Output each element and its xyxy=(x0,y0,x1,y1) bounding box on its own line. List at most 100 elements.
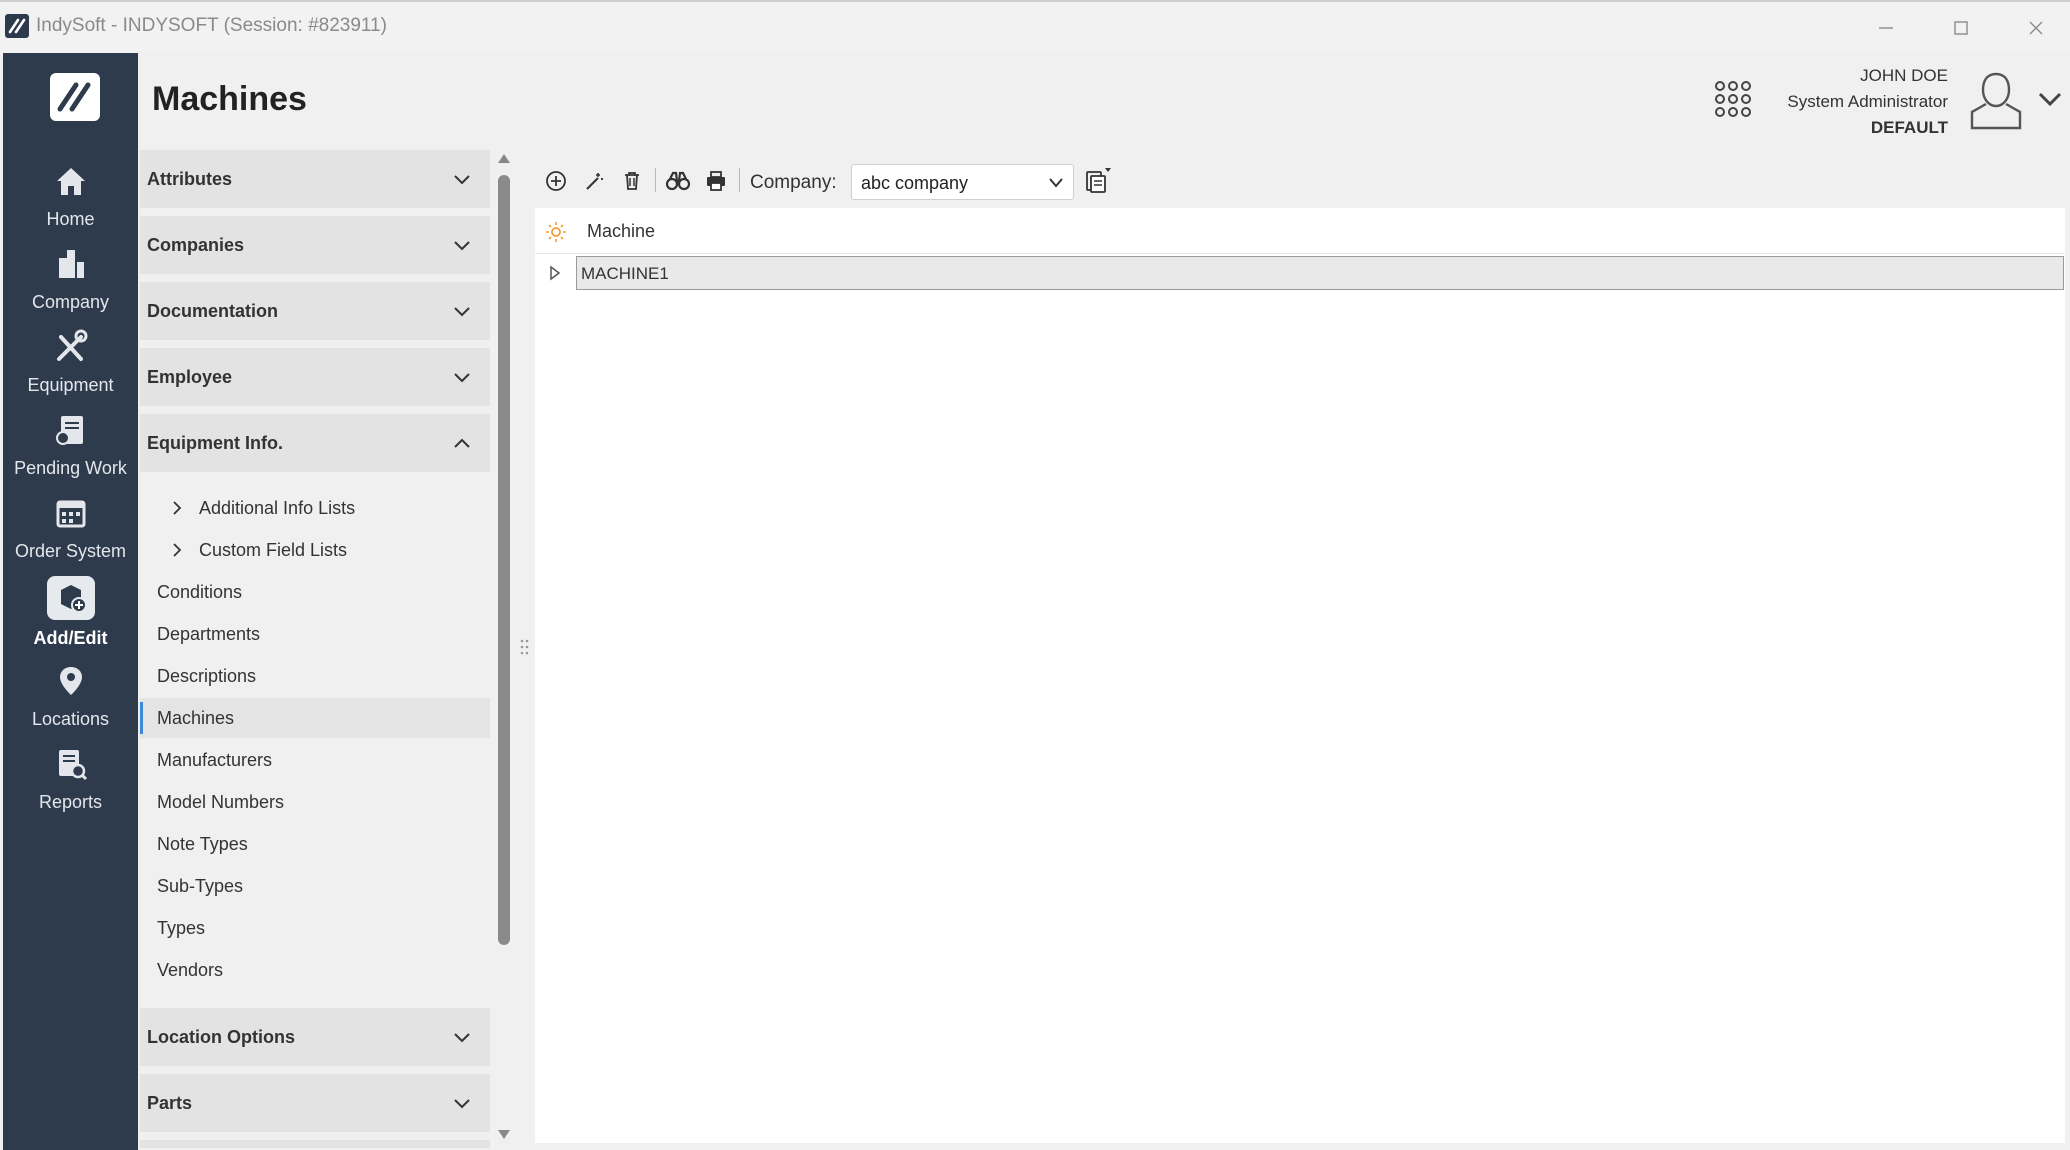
scrollbar-thumb[interactable] xyxy=(498,175,510,945)
section-documentation[interactable]: Documentation xyxy=(140,282,490,340)
menu-item-descriptions[interactable]: Descriptions xyxy=(140,656,490,696)
nav-item-equipment[interactable]: Equipment xyxy=(3,327,138,409)
chevron-down-icon xyxy=(454,175,470,185)
menu-item-label: Manufacturers xyxy=(157,750,273,770)
section-companies[interactable]: Companies xyxy=(140,216,490,274)
chevron-right-icon[interactable] xyxy=(170,500,184,516)
menu-item-conditions[interactable]: Conditions xyxy=(140,572,490,612)
panel-splitter-grip-icon[interactable] xyxy=(520,638,530,658)
nav-item-reports[interactable]: Reports xyxy=(3,744,138,826)
nav-item-locations[interactable]: Locations xyxy=(3,661,138,743)
find-button[interactable] xyxy=(663,166,693,196)
menu-item-custom-field-lists[interactable]: Custom Field Lists xyxy=(140,530,490,570)
section-label: Location Options xyxy=(147,1027,295,1047)
menu-item-model-numbers[interactable]: Model Numbers xyxy=(140,782,490,822)
section-parts[interactable]: Parts xyxy=(140,1074,490,1132)
nav-item-pending-work[interactable]: Pending Work xyxy=(3,410,138,492)
menu-item-label: Custom Field Lists xyxy=(199,540,348,560)
column-header-machine[interactable]: Machine xyxy=(587,221,655,242)
delete-icon xyxy=(625,172,639,190)
section-label: Attributes xyxy=(147,169,232,189)
export-dropdown-icon xyxy=(1086,168,1111,193)
company-select[interactable]: abc company xyxy=(851,164,1074,200)
nav-label: Pending Work xyxy=(14,458,127,478)
app-launcher-icon[interactable] xyxy=(1714,80,1752,118)
close-button[interactable] xyxy=(2006,8,2066,48)
section-employee[interactable]: Employee xyxy=(140,348,490,406)
chevron-down-icon xyxy=(454,241,470,251)
app-logo-icon xyxy=(5,14,29,38)
location-pin-icon xyxy=(51,661,91,701)
user-avatar-icon[interactable] xyxy=(1966,68,2026,132)
scroll-down-arrow-icon[interactable] xyxy=(498,1130,510,1139)
print-icon xyxy=(707,171,725,191)
indysoft-logo-icon[interactable] xyxy=(50,73,100,121)
chevron-right-icon[interactable] xyxy=(170,542,184,558)
sun-settings-icon[interactable] xyxy=(545,221,567,243)
menu-item-sub-types[interactable]: Sub-Types xyxy=(140,866,490,906)
menu-item-label: Descriptions xyxy=(157,666,257,686)
window-titlebar: IndySoft - INDYSOFT (Session: #823911) xyxy=(0,0,2070,52)
machine-cell[interactable]: MACHINE1 xyxy=(576,256,2064,290)
toolbar-separator xyxy=(739,168,740,192)
chevron-down-icon xyxy=(1049,178,1063,188)
minimize-button[interactable] xyxy=(1856,8,1916,48)
section-label: Companies xyxy=(147,235,245,255)
nav-label: Equipment xyxy=(27,375,114,395)
menu-item-types[interactable]: Types xyxy=(140,908,490,948)
menu-item-vendors[interactable]: Vendors xyxy=(140,950,490,990)
menu-item-machines[interactable]: Machines xyxy=(140,698,490,738)
nav-item-company[interactable]: Company xyxy=(3,244,138,326)
nav-label: Add/Edit xyxy=(33,628,108,648)
add-button[interactable] xyxy=(541,166,571,196)
menu-item-note-types[interactable]: Note Types xyxy=(140,824,490,864)
section-attributes[interactable]: Attributes xyxy=(140,150,490,208)
section-location-options[interactable]: Location Options xyxy=(140,1008,490,1066)
user-role: System Administrator xyxy=(1787,92,1948,111)
table-row[interactable]: MACHINE1 xyxy=(535,256,2065,290)
menu-item-additional-info-lists[interactable]: Additional Info Lists xyxy=(140,488,490,528)
menu-scrollbar[interactable] xyxy=(495,150,513,1145)
section-next-partial[interactable] xyxy=(140,1140,490,1148)
maximize-button[interactable] xyxy=(1931,8,1991,48)
scroll-up-arrow-icon[interactable] xyxy=(498,154,510,163)
company-select-value: abc company xyxy=(861,173,969,193)
menu-item-departments[interactable]: Departments xyxy=(140,614,490,654)
chevron-down-icon xyxy=(454,1099,470,1109)
section-label: Equipment Info. xyxy=(147,433,283,453)
user-name: JOHN DOE xyxy=(1860,66,1948,85)
menu-item-label: Conditions xyxy=(157,582,243,602)
nav-label: Locations xyxy=(31,709,110,729)
admin-menu-panel: Attributes Companies Documentation Emplo… xyxy=(140,150,492,1148)
home-icon xyxy=(51,161,91,201)
binoculars-icon xyxy=(665,171,691,191)
machines-grid: Machine MACHINE1 xyxy=(535,208,2065,1143)
chevron-up-icon xyxy=(454,438,470,448)
delete-button[interactable] xyxy=(617,166,647,196)
nav-item-order-system[interactable]: Order System xyxy=(3,493,138,575)
menu-item-manufacturers[interactable]: Manufacturers xyxy=(140,740,490,780)
export-button[interactable] xyxy=(1083,166,1113,196)
section-equipment-info[interactable]: Equipment Info. xyxy=(140,414,490,472)
print-button[interactable] xyxy=(701,166,731,196)
section-label: Employee xyxy=(147,367,233,387)
user-menu-chevron-icon[interactable] xyxy=(2036,88,2064,110)
chevron-down-icon xyxy=(454,307,470,317)
edit-button[interactable] xyxy=(579,166,609,196)
nav-item-home[interactable]: Home xyxy=(3,161,138,243)
company-label: Company: xyxy=(750,172,837,193)
toolbar-separator xyxy=(655,168,656,192)
expand-row-icon[interactable] xyxy=(547,264,563,282)
menu-item-label: Vendors xyxy=(157,960,224,980)
building-icon xyxy=(51,244,91,284)
nav-item-add-edit[interactable]: Add/Edit xyxy=(3,576,138,662)
section-label: Parts xyxy=(147,1093,193,1113)
menu-item-label: Model Numbers xyxy=(157,792,285,812)
section-label: Documentation xyxy=(147,301,279,321)
menu-item-label: Additional Info Lists xyxy=(199,498,356,518)
report-search-icon xyxy=(51,744,91,784)
chevron-down-icon xyxy=(454,1033,470,1043)
chevron-down-icon xyxy=(454,373,470,383)
menu-item-label: Machines xyxy=(157,708,235,728)
left-navigation: Home Company Equipment Pending Work Orde… xyxy=(3,53,138,1150)
